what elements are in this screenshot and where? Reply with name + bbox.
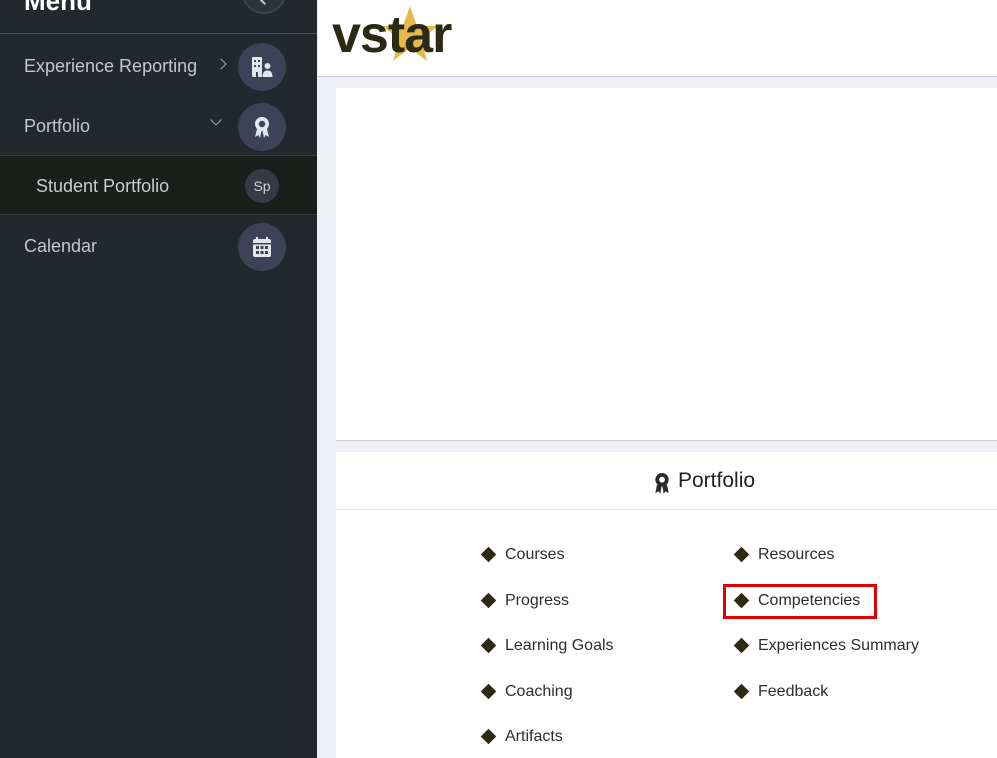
award-icon: [655, 473, 669, 494]
sidebar-item-label: Calendar: [24, 236, 98, 256]
chevron-left-icon: [258, 0, 271, 5]
sidebar-subitem-student-portfolio[interactable]: Student Portfolio Sp: [0, 155, 317, 215]
chevron-down-icon: [210, 114, 222, 126]
sidebar-item-label: Portfolio: [24, 116, 91, 136]
building-person-icon: [238, 43, 286, 91]
portfolio-title: Portfolio: [678, 469, 756, 492]
sidebar-header: Menu: [0, 0, 317, 34]
menu-title: Menu: [24, 0, 92, 16]
sidebar-subitem-label: Student Portfolio: [36, 176, 170, 196]
link-label: Courses: [505, 546, 565, 563]
award-icon: [238, 103, 286, 151]
link-label: Learning Goals: [505, 637, 614, 654]
portfolio-panel: Portfolio: [336, 452, 997, 758]
link-label: Experiences Summary: [758, 637, 919, 654]
top-bar: vstar: [318, 0, 997, 77]
vstar-logo[interactable]: vstar: [332, 4, 472, 66]
link-label: Feedback: [758, 683, 829, 700]
link-label: Coaching: [505, 683, 573, 700]
sidebar: Menu Experience Reporting Portfolio Stud…: [0, 0, 317, 758]
content-panel: [336, 88, 997, 441]
sidebar-item-experience-reporting[interactable]: Experience Reporting: [0, 36, 317, 96]
link-label: Artifacts: [505, 728, 563, 745]
link-label: Progress: [505, 592, 570, 609]
chevron-right-icon: [215, 58, 227, 70]
student-portfolio-badge: Sp: [245, 169, 279, 203]
sidebar-item-calendar[interactable]: Calendar: [0, 216, 317, 276]
competencies-highlight-box: [723, 584, 877, 619]
collapse-sidebar-button[interactable]: [241, 0, 287, 14]
portfolio-header: Portfolio: [336, 452, 997, 510]
calendar-icon: [238, 223, 286, 271]
link-label: Resources: [758, 546, 835, 563]
sidebar-item-label: Experience Reporting: [24, 56, 198, 76]
sidebar-item-portfolio[interactable]: Portfolio: [0, 96, 317, 156]
logo-text: vstar: [332, 6, 452, 64]
